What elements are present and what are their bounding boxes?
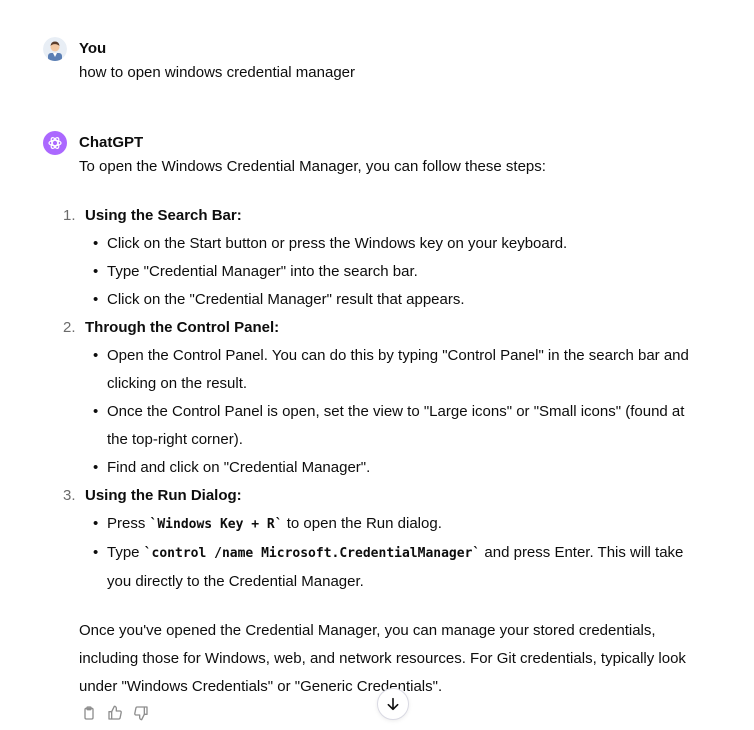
bullet-text: Type — [107, 544, 144, 561]
step-number: 1. — [63, 207, 76, 224]
copy-icon[interactable] — [79, 703, 99, 723]
thumbs-down-icon[interactable] — [131, 703, 151, 723]
inline-code: `control /name Microsoft.CredentialManag… — [143, 546, 481, 561]
step-item: 3. Using the Run Dialog: Press `Windows … — [43, 482, 703, 596]
step-bullet: Click on the "Credential Manager" result… — [43, 286, 697, 314]
scroll-to-bottom-button[interactable] — [377, 688, 409, 720]
bullet-text: Press — [107, 515, 150, 532]
assistant-author-name: ChatGPT — [79, 134, 144, 151]
step-bullet: Open the Control Panel. You can do this … — [43, 342, 697, 398]
inline-code: `Windows Key + R` — [149, 517, 283, 532]
thumbs-up-icon[interactable] — [105, 703, 125, 723]
step-bullet: Type "Credential Manager" into the searc… — [43, 258, 697, 286]
step-bullet: Click on the Start button or press the W… — [43, 230, 697, 258]
step-item: 1. Using the Search Bar: Click on the St… — [43, 202, 703, 314]
user-avatar — [43, 37, 67, 61]
step-bullet: Type `control /name Microsoft.Credential… — [43, 539, 697, 596]
step-bullet: Find and click on "Credential Manager". — [43, 454, 697, 482]
step-item: 2. Through the Control Panel: Open the C… — [43, 314, 703, 482]
arrow-down-icon — [387, 697, 399, 711]
step-number: 3. — [63, 487, 76, 504]
step-title: Through the Control Panel: — [85, 319, 280, 336]
step-number: 2. — [63, 319, 76, 336]
bullet-text: to open the Run dialog. — [282, 515, 442, 532]
step-bullet: Press `Windows Key + R` to open the Run … — [43, 510, 697, 539]
step-bullet: Once the Control Panel is open, set the … — [43, 398, 697, 454]
step-title: Using the Run Dialog: — [85, 487, 242, 504]
step-title: Using the Search Bar: — [85, 207, 242, 224]
assistant-intro-text: To open the Windows Credential Manager, … — [79, 158, 546, 175]
user-message-text: how to open windows credential manager — [79, 64, 355, 81]
message-actions — [79, 703, 151, 723]
openai-logo-icon — [43, 131, 67, 155]
steps-list: 1. Using the Search Bar: Click on the St… — [43, 202, 703, 596]
user-author-name: You — [79, 40, 107, 57]
